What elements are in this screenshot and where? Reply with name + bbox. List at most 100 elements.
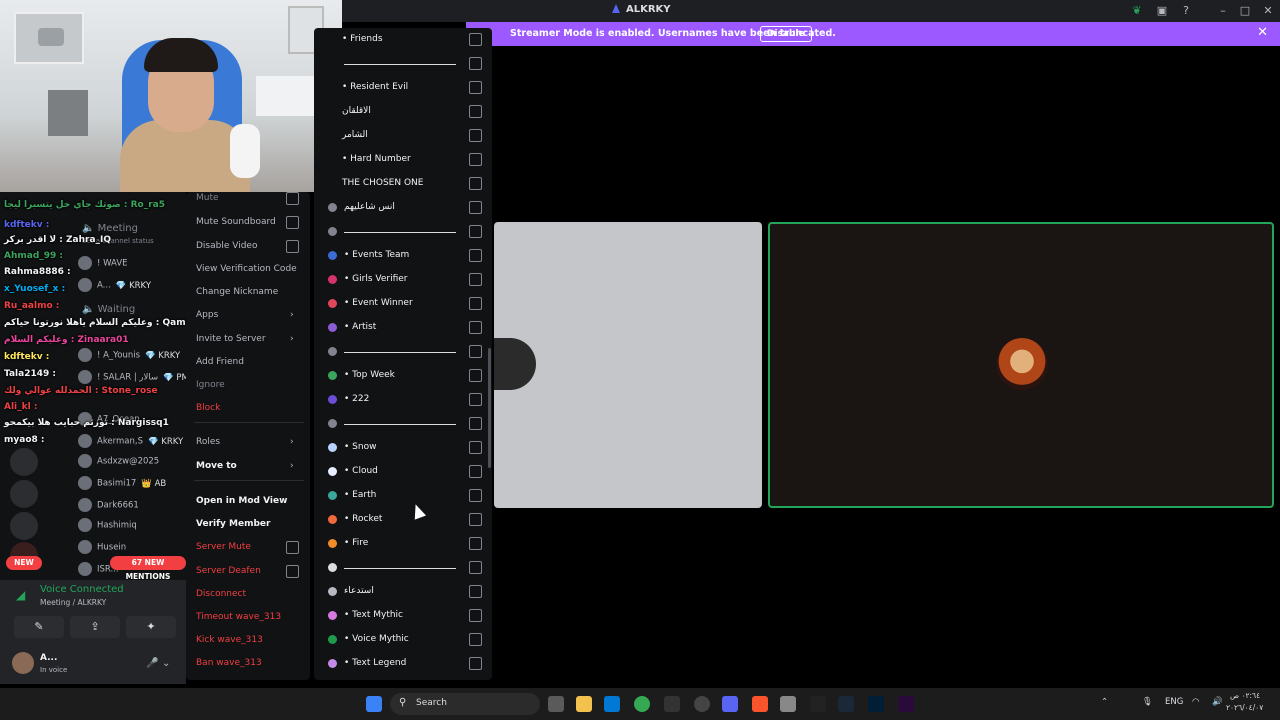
role-checkbox[interactable] <box>469 609 482 622</box>
role-item[interactable]: • Rocket <box>314 508 492 532</box>
new-badge[interactable]: NEW <box>6 556 42 570</box>
role-item[interactable]: • Text Mythic <box>314 604 492 628</box>
video-tile-user[interactable] <box>494 222 762 508</box>
checkbox[interactable] <box>286 240 299 253</box>
app-icon[interactable] <box>810 696 826 712</box>
app-icon[interactable] <box>664 696 680 712</box>
menu-item-mute-soundboard[interactable]: Mute Soundboard <box>196 217 276 227</box>
role-checkbox[interactable] <box>469 273 482 286</box>
menu-item-disconnect[interactable]: Disconnect <box>196 589 246 599</box>
role-checkbox[interactable] <box>469 537 482 550</box>
new-mentions-badge[interactable]: 67 NEW MENTIONS <box>110 556 186 581</box>
steam-client-icon[interactable] <box>838 696 854 712</box>
checkbox[interactable] <box>286 565 299 578</box>
role-checkbox[interactable] <box>469 585 482 598</box>
voice-channel-meeting[interactable]: 🔈 Meeting <box>82 223 138 234</box>
menu-item-view-verification-code[interactable]: View Verification Code <box>196 264 297 274</box>
app-icon[interactable] <box>780 696 796 712</box>
voice-member[interactable]: ! SALAR | سالار 💎 PMG <box>78 370 186 384</box>
steam-icon[interactable] <box>694 696 710 712</box>
wifi-icon[interactable]: ◠ <box>1192 697 1199 707</box>
menu-item-timeout-wave-313[interactable]: Timeout wave_313 <box>196 612 281 622</box>
roles-scrollbar[interactable] <box>488 348 491 468</box>
menu-item-mute[interactable]: Mute <box>196 193 219 203</box>
role-item[interactable] <box>314 556 492 580</box>
menu-item-server-mute[interactable]: Server Mute <box>196 542 251 552</box>
role-checkbox[interactable] <box>469 297 482 310</box>
voice-member[interactable]: Basimi17 👑 AB <box>78 476 166 490</box>
file-explorer-icon[interactable] <box>576 696 592 712</box>
role-item[interactable]: الشامر <box>314 124 492 148</box>
inbox-icon[interactable]: ▣ <box>1155 4 1169 18</box>
role-item[interactable]: • 222 <box>314 388 492 412</box>
menu-item-server-deafen[interactable]: Server Deafen <box>196 566 261 576</box>
role-item[interactable] <box>314 52 492 76</box>
role-item[interactable]: • Top Week <box>314 364 492 388</box>
discord-icon[interactable] <box>722 696 738 712</box>
microphone-tray-icon[interactable]: 🎙 <box>1142 697 1153 707</box>
menu-item-ignore[interactable]: Ignore <box>196 380 225 390</box>
role-item[interactable] <box>314 340 492 364</box>
menu-item-kick-wave-313[interactable]: Kick wave_313 <box>196 635 263 645</box>
role-item[interactable]: • Artist <box>314 316 492 340</box>
voice-member[interactable]: Husein <box>78 540 126 554</box>
role-item[interactable] <box>314 412 492 436</box>
help-icon[interactable]: ? <box>1179 4 1193 18</box>
role-checkbox[interactable] <box>469 657 482 670</box>
role-checkbox[interactable] <box>469 369 482 382</box>
role-item[interactable]: استدعاء <box>314 580 492 604</box>
chrome-icon[interactable] <box>634 696 650 712</box>
role-checkbox[interactable] <box>469 57 482 70</box>
role-checkbox[interactable] <box>469 177 482 190</box>
role-item[interactable]: THE CHOSEN ONE <box>314 172 492 196</box>
menu-item-disable-video[interactable]: Disable Video <box>196 241 257 251</box>
premiere-icon[interactable] <box>898 696 914 712</box>
server-icon[interactable] <box>10 512 38 540</box>
role-item[interactable]: • Snow <box>314 436 492 460</box>
avatar[interactable] <box>12 652 34 674</box>
store-icon[interactable] <box>604 696 620 712</box>
role-checkbox[interactable] <box>469 129 482 142</box>
role-checkbox[interactable] <box>469 249 482 262</box>
role-item[interactable]: • Earth <box>314 484 492 508</box>
voice-member[interactable]: Asdxzw@2025 <box>78 454 159 468</box>
volume-icon[interactable]: 🔊 <box>1212 697 1223 707</box>
voice-member[interactable]: ! WAVE <box>78 256 128 270</box>
role-item[interactable]: • Text Legend <box>314 652 492 676</box>
language-indicator[interactable]: ENG <box>1165 697 1183 707</box>
photoshop-icon[interactable] <box>868 696 884 712</box>
role-checkbox[interactable] <box>469 393 482 406</box>
voice-channel-waiting[interactable]: 🔈 Waiting <box>82 304 135 315</box>
role-item[interactable]: الاقلقان <box>314 100 492 124</box>
maximize-icon[interactable]: □ <box>1238 4 1252 18</box>
role-checkbox[interactable] <box>469 81 482 94</box>
role-checkbox[interactable] <box>469 225 482 238</box>
video-tile-speaking[interactable] <box>768 222 1274 508</box>
role-item[interactable]: انس شاعليهم <box>314 196 492 220</box>
role-checkbox[interactable] <box>469 417 482 430</box>
server-icon[interactable] <box>10 480 38 508</box>
microphone-icon[interactable]: 🎤 <box>146 658 158 669</box>
role-item[interactable] <box>314 220 492 244</box>
chevron-up-icon[interactable]: ⌃ <box>1101 697 1108 707</box>
role-checkbox[interactable] <box>469 201 482 214</box>
menu-item-verify-member[interactable]: Verify Member <box>196 519 270 529</box>
voice-member[interactable]: A... 💎 KRKY <box>78 278 151 292</box>
camera-off-button[interactable]: ✎ <box>14 616 64 638</box>
voice-member[interactable]: Dark6661 <box>78 498 139 512</box>
server-icon[interactable] <box>10 448 38 476</box>
clock-time[interactable]: ٠٢:٦٤ ص <box>1230 691 1260 700</box>
leaf-icon[interactable]: ❦ <box>1130 4 1144 18</box>
taskbar-search[interactable]: ⚲ Search <box>390 693 540 715</box>
menu-item-add-friend[interactable]: Add Friend <box>196 357 244 367</box>
menu-item-move-to[interactable]: Move to <box>196 461 237 471</box>
role-checkbox[interactable] <box>469 489 482 502</box>
menu-item-ban-wave-313[interactable]: Ban wave_313 <box>196 658 262 668</box>
checkbox[interactable] <box>286 192 299 205</box>
role-item[interactable]: • Events Team <box>314 244 492 268</box>
screen-share-button[interactable]: ⇪ <box>70 616 120 638</box>
chevron-down-icon[interactable]: ⌄ <box>162 658 170 669</box>
checkbox[interactable] <box>286 541 299 554</box>
voice-member[interactable]: Hashimiq <box>78 518 137 532</box>
menu-item-roles[interactable]: Roles <box>196 437 220 447</box>
